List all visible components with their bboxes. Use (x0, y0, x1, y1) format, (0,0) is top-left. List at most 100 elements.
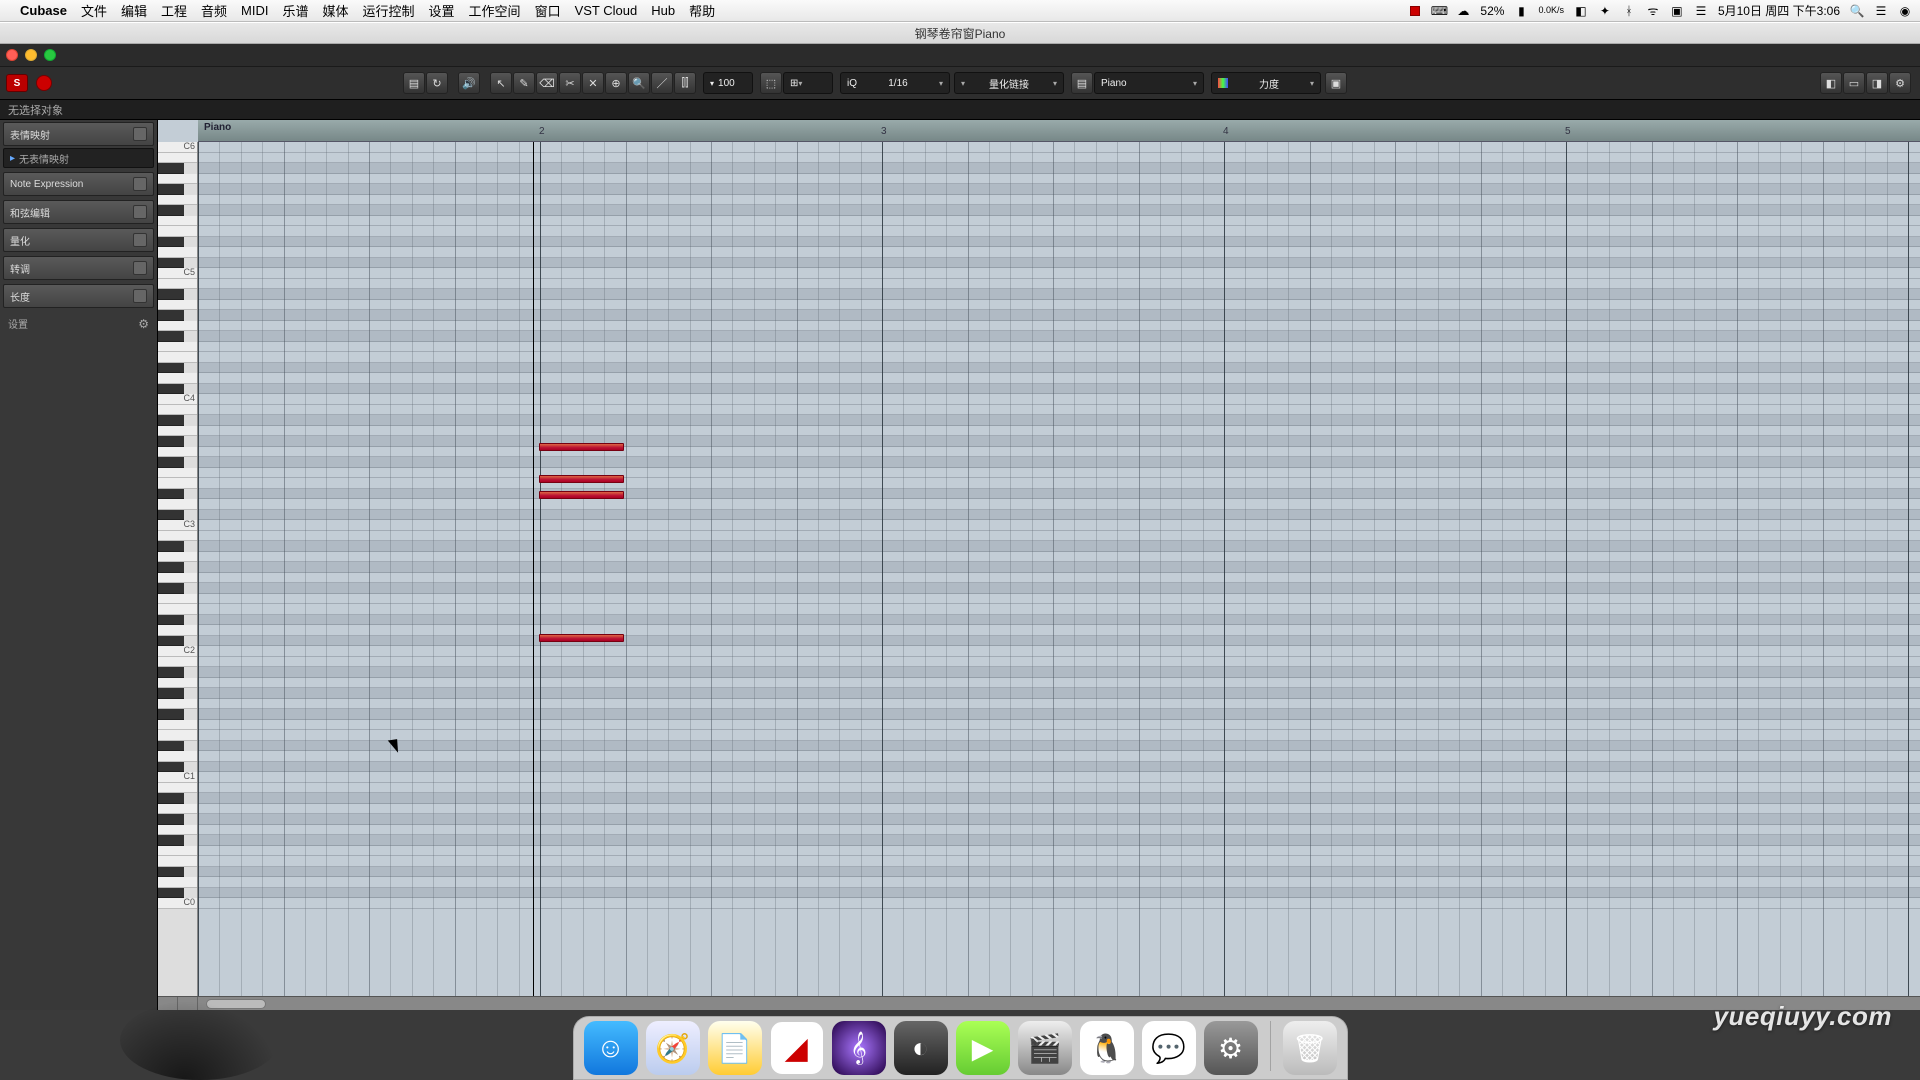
piano-keyboard[interactable]: C6C5C4C3C2C1C0 (158, 142, 198, 996)
dock-app-green[interactable]: ▶ (956, 1021, 1010, 1075)
white-key[interactable] (158, 804, 197, 815)
ruler[interactable]: Piano 2 3 4 5 (198, 120, 1920, 142)
expression-map-value[interactable]: ▸无表情映射 (3, 148, 154, 168)
white-key[interactable] (158, 226, 197, 237)
menuextra-1-icon[interactable]: ◧ (1574, 4, 1588, 18)
menu-audio[interactable]: 音频 (201, 1, 227, 20)
insert-velocity-field[interactable]: ▾ 100 (703, 72, 753, 94)
black-key[interactable] (158, 688, 184, 699)
solo-button[interactable]: S (6, 74, 28, 92)
minimize-window-button[interactable] (25, 49, 37, 61)
dock-safari[interactable]: 🧭 (646, 1021, 700, 1075)
black-key[interactable] (158, 415, 184, 426)
note-grid[interactable] (198, 142, 1920, 996)
setup-window-layout-button[interactable]: ⚙ (1889, 72, 1911, 94)
white-key[interactable] (158, 499, 197, 510)
midi-note[interactable] (539, 475, 624, 483)
snap-type-field[interactable]: ⊞▾ (783, 72, 833, 94)
dock-notes[interactable]: 📄 (708, 1021, 762, 1075)
inspector-chord-edit[interactable]: 和弦编辑 (3, 200, 154, 224)
glue-tool[interactable]: ⊕ (605, 72, 627, 94)
dock-app-purple[interactable]: 𝄞 (832, 1021, 886, 1075)
menu-window[interactable]: 窗口 (535, 1, 561, 20)
white-key[interactable] (158, 195, 197, 206)
clock[interactable]: 5月10日 周四 下午3:06 (1718, 2, 1840, 19)
show-part-borders-button[interactable]: ▤ (403, 72, 425, 94)
white-key[interactable] (158, 247, 197, 258)
black-key[interactable] (158, 615, 184, 626)
menu-midi[interactable]: MIDI (241, 3, 268, 18)
black-key[interactable] (158, 835, 184, 846)
white-key[interactable] (158, 426, 197, 437)
black-key[interactable] (158, 384, 184, 395)
dock-app-dark[interactable]: ◐ (894, 1021, 948, 1075)
black-key[interactable] (158, 888, 184, 899)
white-key[interactable] (158, 730, 197, 741)
white-key[interactable] (158, 604, 197, 615)
white-key[interactable] (158, 751, 197, 762)
white-key[interactable] (158, 153, 197, 164)
white-key[interactable] (158, 720, 197, 731)
black-key[interactable] (158, 541, 184, 552)
white-key[interactable] (158, 468, 197, 479)
length-quantize-field[interactable]: ▾ 量化链接 ▾ (954, 72, 1064, 94)
cloud-icon[interactable]: ☁ (1456, 4, 1470, 18)
black-key[interactable] (158, 741, 184, 752)
white-key[interactable] (158, 825, 197, 836)
black-key[interactable] (158, 636, 184, 647)
menuextra-3-icon[interactable]: ☰ (1694, 4, 1708, 18)
menu-vstcloud[interactable]: VST Cloud (575, 3, 638, 18)
zoom-controls[interactable] (158, 996, 198, 1010)
menu-score[interactable]: 乐谱 (282, 1, 308, 20)
black-key[interactable] (158, 205, 184, 216)
draw-tool[interactable]: ✎ (513, 72, 535, 94)
black-key[interactable] (158, 510, 184, 521)
black-key[interactable] (158, 489, 184, 500)
spotlight-icon[interactable]: 🔍 (1850, 4, 1864, 18)
record-enable-button[interactable] (36, 75, 52, 91)
recorder-indicator-icon[interactable] (1408, 4, 1422, 18)
notification-center-icon[interactable]: ☰ (1874, 4, 1888, 18)
siri-icon[interactable]: ◉ (1898, 4, 1912, 18)
timewarp-tool[interactable]: ⫿⫿ (674, 72, 696, 94)
dock-system-preferences[interactable]: ⚙ (1204, 1021, 1258, 1075)
line-tool[interactable]: ／ (651, 72, 673, 94)
menu-project[interactable]: 工程 (161, 1, 187, 20)
white-key[interactable] (158, 678, 197, 689)
window-layout-3-button[interactable]: ◨ (1866, 72, 1888, 94)
black-key[interactable] (158, 793, 184, 804)
white-key[interactable] (158, 279, 197, 290)
black-key[interactable] (158, 457, 184, 468)
white-key[interactable] (158, 552, 197, 563)
black-key[interactable] (158, 289, 184, 300)
inspector-note-expression[interactable]: Note Expression (3, 172, 154, 196)
black-key[interactable] (158, 331, 184, 342)
menu-file[interactable]: 文件 (81, 1, 107, 20)
white-key[interactable] (158, 342, 197, 353)
select-tool[interactable]: ↖ (490, 72, 512, 94)
white-key[interactable] (158, 877, 197, 888)
menu-workspace[interactable]: 工作空间 (469, 1, 521, 20)
black-key[interactable] (158, 258, 184, 269)
erase-tool[interactable]: ⌫ (536, 72, 558, 94)
white-key[interactable] (158, 856, 197, 867)
window-layout-1-button[interactable]: ◧ (1820, 72, 1842, 94)
dock-cubase[interactable]: ◢ (770, 1021, 824, 1075)
quantize-field[interactable]: iQ 1/16 ▾ (840, 72, 950, 94)
white-key[interactable] (158, 657, 197, 668)
window-layout-2-button[interactable]: ▭ (1843, 72, 1865, 94)
menu-devices[interactable]: 设置 (429, 1, 455, 20)
inspector-quantize[interactable]: 量化 (3, 228, 154, 252)
part-list-button[interactable]: ▤ (1071, 72, 1093, 94)
playhead-cursor[interactable] (533, 142, 534, 996)
white-key[interactable] (158, 625, 197, 636)
white-key[interactable] (158, 447, 197, 458)
white-key[interactable] (158, 352, 197, 363)
black-key[interactable] (158, 237, 184, 248)
zoom-tool[interactable]: 🔍 (628, 72, 650, 94)
zoom-window-button[interactable] (44, 49, 56, 61)
white-key[interactable] (158, 846, 197, 857)
white-key[interactable] (158, 531, 197, 542)
dock-wechat[interactable]: 💬 (1142, 1021, 1196, 1075)
menuextra-2-icon[interactable]: ✦ (1598, 4, 1612, 18)
